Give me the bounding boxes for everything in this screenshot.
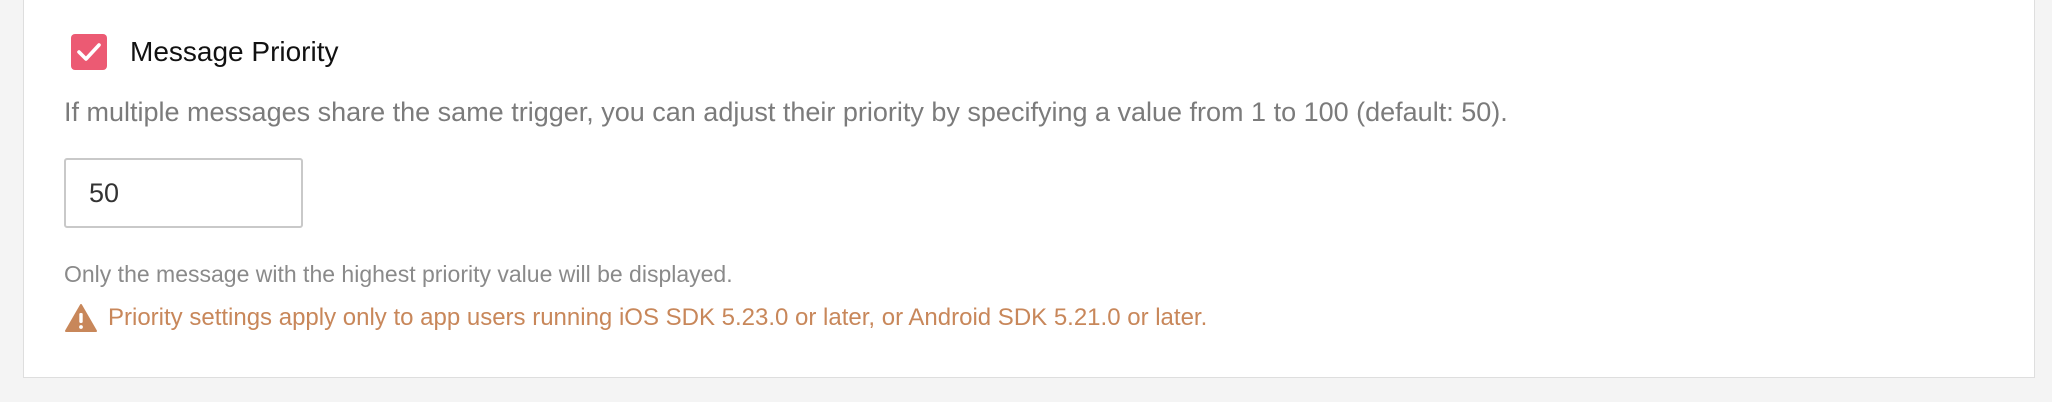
message-priority-toggle-row[interactable]: Message Priority — [71, 34, 339, 70]
message-priority-checkbox[interactable] — [71, 34, 107, 70]
warning-text: Priority settings apply only to app user… — [108, 304, 1208, 331]
priority-note: Only the message with the highest priori… — [64, 261, 733, 287]
warning-triangle-icon — [65, 304, 97, 332]
check-icon — [77, 43, 101, 61]
priority-description: If multiple messages share the same trig… — [64, 97, 1508, 127]
message-priority-panel: Message Priority If multiple messages sh… — [23, 0, 2035, 378]
message-priority-label[interactable]: Message Priority — [130, 36, 339, 68]
sdk-version-warning: Priority settings apply only to app user… — [64, 303, 1207, 333]
priority-value-input[interactable] — [64, 158, 303, 228]
